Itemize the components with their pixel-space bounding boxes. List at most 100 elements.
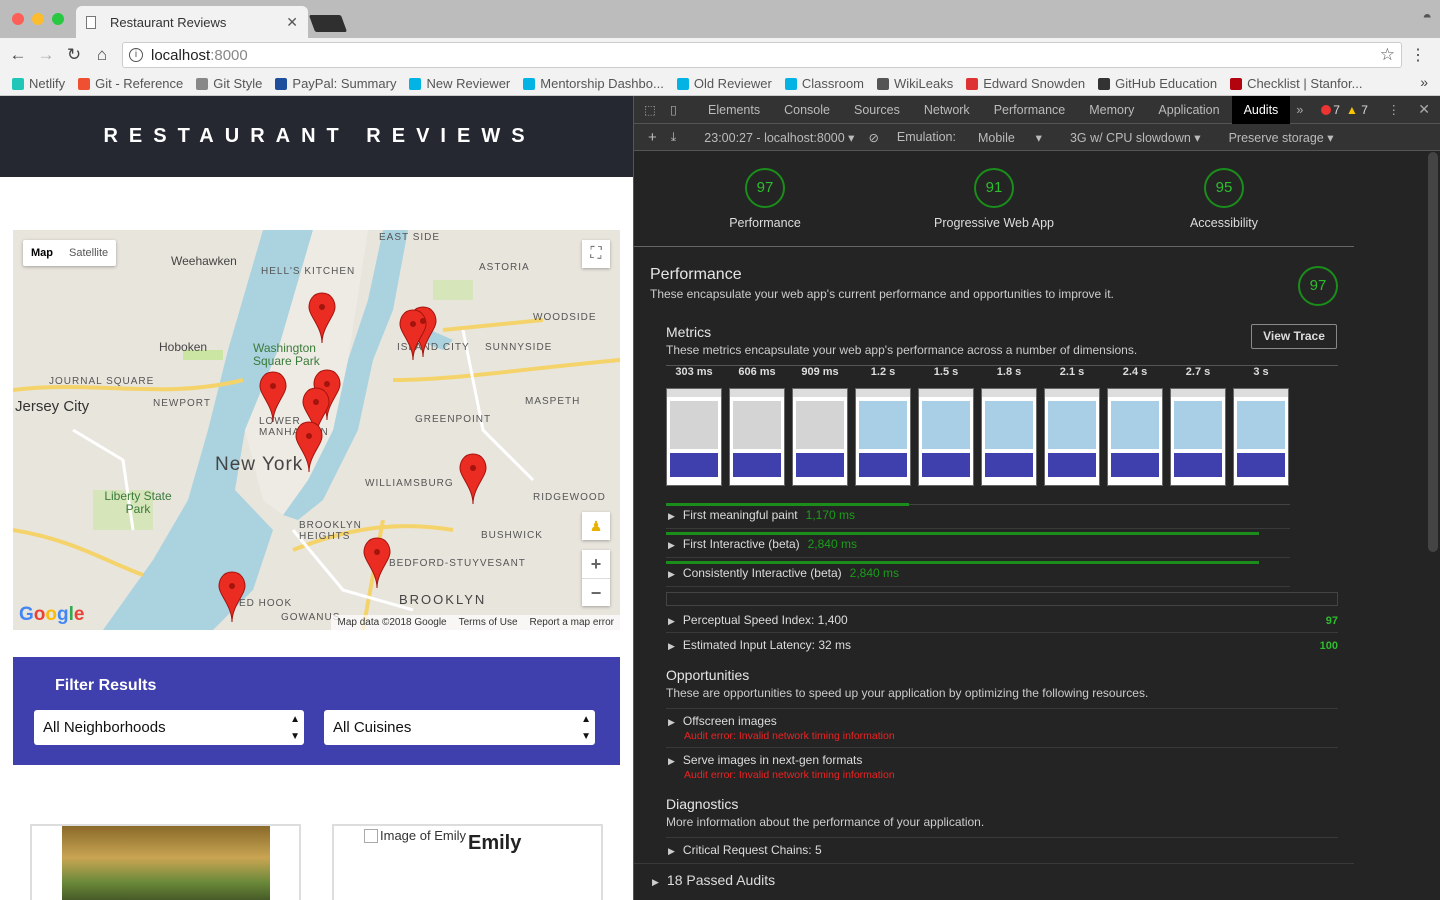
minimize-window-button[interactable] — [32, 13, 44, 25]
view-trace-button[interactable]: View Trace — [1251, 324, 1337, 349]
expand-triangle-icon: ▶ — [668, 641, 675, 651]
bookmarks-bar: Netlify Git - Reference Git Style PayPal: S… — [0, 72, 1440, 96]
bookmark-label: Mentorship Dashbo... — [540, 76, 664, 91]
storage-select[interactable]: Preserve storage ▾ — [1215, 130, 1334, 145]
bookmark-item[interactable]: Old Reviewer — [676, 76, 772, 91]
devtools-tab-network[interactable]: Network — [912, 96, 982, 124]
add-audit-icon[interactable]: + — [648, 129, 657, 146]
select-arrows-icon: ▲ ▼ — [290, 714, 300, 742]
reload-icon[interactable]: ↻ — [60, 45, 88, 65]
opportunity-item[interactable]: ▶ Offscreen images Audit error: Invalid n… — [668, 714, 895, 742]
devtools-tab-sources[interactable]: Sources — [842, 96, 912, 124]
neighborhood-select[interactable]: All Neighborhoods ▲ ▼ — [34, 710, 304, 745]
filmstrip-time: 2.1 s — [1059, 366, 1085, 378]
psi-metric[interactable]: ▶ Perceptual Speed Index: 1,400 — [668, 613, 848, 627]
opportunities-section: Opportunities These are opportunities to… — [666, 667, 1148, 700]
devtools-tab-console[interactable]: Console — [772, 96, 842, 124]
metric-item[interactable]: ▶ First meaningful paint 1,170 ms — [668, 508, 855, 522]
bookmark-favicon-icon — [275, 77, 288, 90]
restaurant-name[interactable]: Emily — [468, 832, 521, 855]
devtools-tab-application[interactable]: Application — [1146, 96, 1231, 124]
audit-session-text: 23:00:27 - localhost:8000 — [704, 130, 845, 145]
bookmarks-overflow-icon[interactable]: » — [1420, 74, 1428, 90]
close-tab-icon[interactable]: ✕ — [286, 14, 298, 31]
scrollbar[interactable] — [1428, 152, 1438, 552]
opportunity-item[interactable]: ▶ Serve images in next-gen formats Audit … — [668, 753, 895, 781]
home-icon[interactable]: ⌂ — [88, 45, 116, 65]
zoom-in-button[interactable]: + — [582, 550, 610, 578]
score-gauge[interactable]: 97 Performance — [685, 168, 845, 230]
bookmark-item[interactable]: WikiLeaks — [877, 76, 953, 91]
devtools-tab-memory[interactable]: Memory — [1077, 96, 1146, 124]
google-map[interactable]: Weehawken HELL'S KITCHEN EAST SIDE ASTOR… — [13, 230, 620, 630]
bookmark-label: Old Reviewer — [693, 76, 772, 91]
bookmark-item[interactable]: New Reviewer — [409, 76, 510, 91]
forward-arrow-icon[interactable]: → — [32, 45, 60, 65]
bookmark-item[interactable]: Classroom — [784, 76, 864, 91]
devtools-tab-elements[interactable]: Elements — [696, 96, 772, 124]
expand-triangle-icon: ▶ — [668, 569, 675, 579]
back-arrow-icon[interactable]: ← — [4, 45, 32, 65]
device-toolbar-icon[interactable]: ▯ — [670, 102, 686, 117]
incognito-icon[interactable]: ◓ — [1422, 9, 1432, 27]
cuisine-select[interactable]: All Cuisines ▲ ▼ — [324, 710, 595, 745]
address-bar[interactable]: i localhost:8000 ☆ — [122, 42, 1402, 68]
throttling-select[interactable]: 3G w/ CPU slowdown ▾ — [1056, 130, 1201, 145]
maximize-window-button[interactable] — [52, 13, 64, 25]
select-arrows-icon: ▲ ▼ — [581, 714, 591, 742]
metric-item[interactable]: ▶ Consistently Interactive (beta) 2,840 ms — [668, 566, 899, 580]
restaurant-card[interactable] — [30, 824, 301, 900]
bookmark-star-icon[interactable]: ☆ — [1380, 45, 1395, 65]
close-window-button[interactable] — [12, 13, 24, 25]
fullscreen-icon[interactable]: ⛶ — [582, 240, 610, 268]
new-tab-button[interactable] — [308, 15, 348, 32]
audit-session-select[interactable]: 23:00:27 - localhost:8000 ▾ — [690, 130, 854, 145]
site-header-title[interactable]: RESTAURANT REVIEWS — [0, 96, 633, 177]
map-type-satellite-button[interactable]: Satellite — [61, 240, 116, 266]
score-gauge[interactable]: 91 Progressive Web App — [914, 168, 1074, 230]
filmstrip-frame — [729, 388, 785, 486]
report-map-error-link[interactable]: Report a map error — [530, 617, 614, 628]
devtools-menu-icon[interactable]: ⋮ — [1388, 102, 1401, 117]
bookmark-item[interactable]: Checklist | Stanfor... — [1230, 76, 1362, 91]
bookmark-item[interactable]: Edward Snowden — [966, 76, 1085, 91]
clear-icon[interactable]: ⊘ — [868, 130, 878, 145]
bookmark-item[interactable]: Git - Reference — [78, 76, 183, 91]
bookmark-item[interactable]: Git Style — [196, 76, 262, 91]
info-icon[interactable]: i — [129, 48, 143, 62]
passed-audits[interactable]: ▶ 18 Passed Audits — [652, 872, 775, 888]
error-counter[interactable]: 7 ▲ 7 — [1321, 103, 1368, 117]
metrics-section: Metrics These metrics encapsulate your w… — [666, 324, 1137, 357]
devtools-tab-performance[interactable]: Performance — [982, 96, 1078, 124]
pegman-icon[interactable]: ♟ — [582, 512, 610, 540]
filmstrip-frame — [792, 388, 848, 486]
map-type-map-button[interactable]: Map — [23, 240, 61, 266]
close-devtools-icon[interactable]: ✕ — [1418, 101, 1430, 118]
more-tabs-icon[interactable]: » — [1296, 103, 1303, 117]
bookmark-item[interactable]: GitHub Education — [1098, 76, 1217, 91]
error-icon — [1321, 104, 1332, 115]
browser-tab[interactable]: Restaurant Reviews ✕ — [76, 6, 308, 38]
diagnostic-item[interactable]: ▶ Critical Request Chains: 5 — [668, 843, 822, 857]
bookmark-item[interactable]: Mentorship Dashbo... — [523, 76, 664, 91]
restaurant-marker — [218, 571, 246, 623]
download-icon[interactable]: ⤓ — [671, 130, 677, 145]
browser-menu-icon[interactable]: ⋮ — [1410, 45, 1426, 65]
cuisine-select-value: All Cuisines — [333, 719, 412, 736]
bookmark-item[interactable]: Netlify — [12, 76, 65, 91]
restaurant-card[interactable]: Image of Emily Emily — [332, 824, 603, 900]
metric-item[interactable]: ▶ First Interactive (beta) 2,840 ms — [668, 537, 857, 551]
bookmark-label: Git - Reference — [95, 76, 184, 91]
zoom-out-button[interactable]: − — [582, 578, 610, 606]
metrics-heading: Metrics — [666, 324, 712, 340]
google-logo[interactable]: Google — [19, 604, 84, 626]
inspect-element-icon[interactable]: ⬚ — [644, 102, 660, 117]
expand-triangle-icon: ▶ — [652, 877, 659, 887]
audit-error: Audit error: Invalid network timing info… — [684, 730, 895, 742]
terms-link[interactable]: Terms of Use — [459, 617, 518, 628]
score-gauge[interactable]: 95 Accessibility — [1144, 168, 1304, 230]
eil-metric[interactable]: ▶ Estimated Input Latency: 32 ms — [668, 638, 851, 652]
devtools-tab-audits[interactable]: Audits — [1231, 96, 1291, 124]
emulation-select[interactable]: Mobile ▾ — [964, 130, 1042, 145]
bookmark-item[interactable]: PayPal: Summary — [275, 76, 396, 91]
